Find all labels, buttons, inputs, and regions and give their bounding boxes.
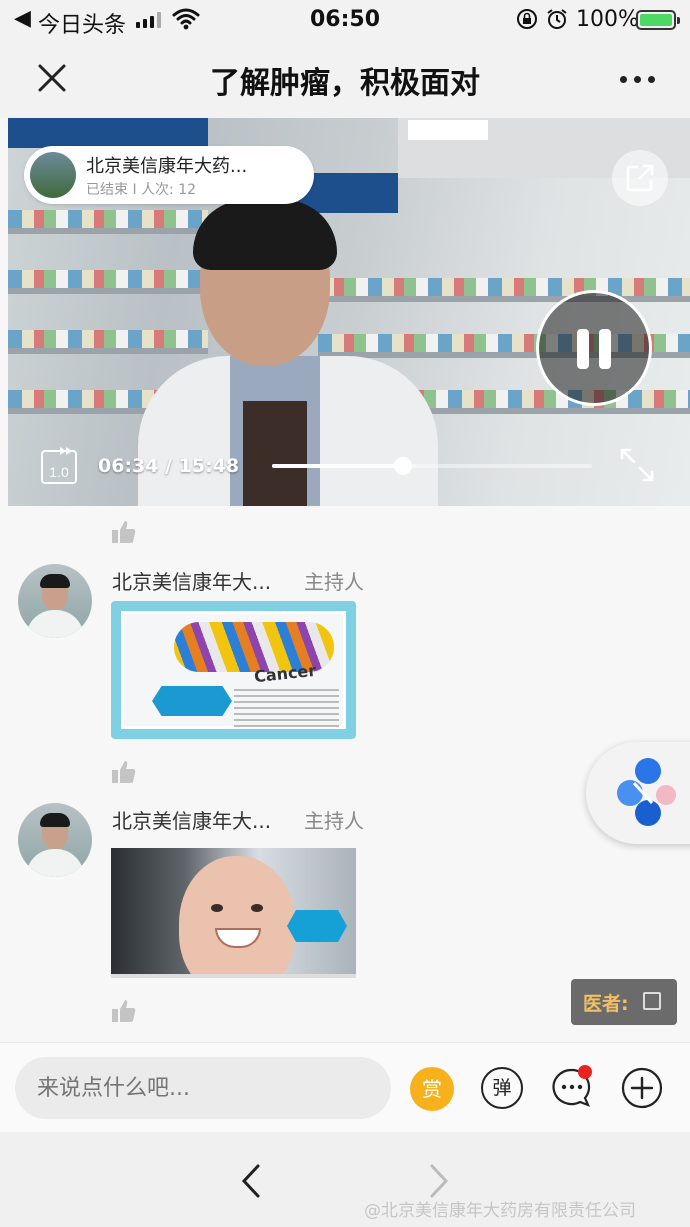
alarm-icon [547, 9, 567, 29]
battery-icon [636, 10, 680, 30]
app-logo-icon [617, 758, 676, 826]
battery-percent: 100% [576, 7, 639, 32]
channel-avatar[interactable] [30, 152, 76, 198]
channel-info[interactable]: 北京美信康年大药... 已结束 I 人次: 12 [24, 146, 314, 204]
add-icon[interactable] [621, 1067, 663, 1109]
share-icon[interactable] [612, 150, 668, 206]
danmu-button[interactable]: 弹 [481, 1067, 523, 1109]
avatar[interactable] [18, 564, 92, 638]
message-image[interactable] [111, 848, 356, 978]
like-icon[interactable] [111, 998, 137, 1024]
status-bar: ◀ 今日头条 06:50 100% [0, 0, 690, 40]
notification-dot [578, 1065, 592, 1079]
reward-button[interactable]: 赏 [410, 1067, 454, 1111]
floating-app-widget[interactable] [586, 742, 690, 844]
fullscreen-icon[interactable] [618, 446, 656, 484]
nav-bar: 了解肿瘤，积极面对 [0, 40, 690, 118]
rotation-lock-icon [517, 9, 537, 29]
doctor-filter-toggle[interactable]: 医者: [571, 979, 677, 1025]
doctor-checkbox[interactable] [643, 992, 661, 1010]
progress-bar[interactable] [272, 457, 592, 475]
channel-meta: 已结束 I 人次: 12 [86, 182, 197, 198]
channel-name: 北京美信康年大药... [86, 156, 248, 177]
host-badge: 主持人 [304, 809, 364, 833]
back-chevron-icon[interactable] [236, 1162, 268, 1200]
more-icon[interactable] [620, 76, 655, 83]
message-author: 北京美信康年大... [112, 570, 272, 594]
host-badge: 主持人 [304, 570, 364, 594]
message-image[interactable]: Cancer [111, 601, 356, 739]
page-title: 了解肿瘤，积极面对 [210, 66, 480, 101]
avatar[interactable] [18, 803, 92, 877]
video-time: 06:34 / 15:48 [98, 455, 240, 477]
pause-button[interactable] [536, 290, 652, 406]
browser-toolbar: @北京美信康年大药房有限责任公司 [0, 1132, 690, 1227]
comment-input[interactable] [15, 1057, 391, 1119]
doctor-filter-label: 医者: [583, 993, 629, 1015]
comment-bar: 赏 弹 [0, 1042, 690, 1132]
watermark: @北京美信康年大药房有限责任公司 [364, 1201, 636, 1221]
message-author: 北京美信康年大... [112, 809, 272, 833]
like-icon[interactable] [111, 759, 137, 785]
forward-chevron-icon[interactable] [422, 1162, 454, 1200]
like-icon[interactable] [111, 519, 137, 545]
speed-label: 1.0 [49, 464, 69, 480]
playback-speed-icon[interactable]: 1.0 [40, 445, 80, 485]
progress-fill [272, 464, 404, 468]
video-player[interactable]: 北京美信康年大药... 已结束 I 人次: 12 1.0 06:34 / 15:… [8, 118, 690, 506]
